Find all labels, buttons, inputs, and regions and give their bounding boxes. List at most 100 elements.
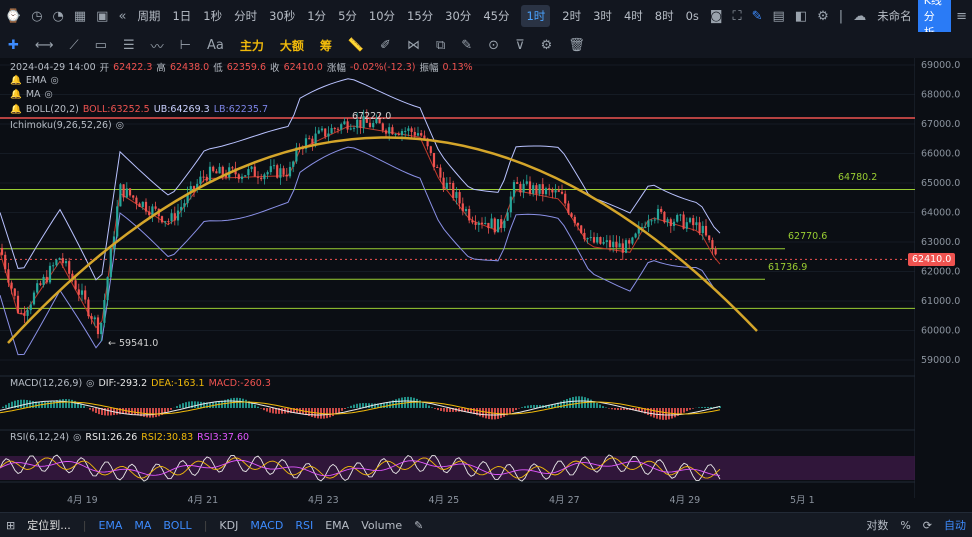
log-toggle[interactable]: 对数 xyxy=(866,517,888,533)
macd-bar xyxy=(242,399,244,408)
timeframe-0[interactable]: 1日 xyxy=(172,8,191,24)
candle-body xyxy=(347,121,349,129)
candle-body xyxy=(644,227,646,228)
timeframe-icon[interactable]: ⌚ xyxy=(5,9,21,24)
eye-icon[interactable]: ◎ xyxy=(86,378,94,389)
bell-icon[interactable]: 🔔 xyxy=(10,104,22,115)
edit-icon[interactable]: ✎ xyxy=(414,519,423,532)
wave-icon[interactable]: 〰 xyxy=(151,36,164,55)
rewind-icon[interactable]: « xyxy=(118,9,126,24)
price-chart-svg[interactable]: 1000.00.0 100.0070.0050.0030.00 69000.06… xyxy=(0,58,972,512)
timeframe-13[interactable]: 4时 xyxy=(624,8,643,24)
ruler-icon[interactable]: 📏 xyxy=(348,38,364,53)
timeframe-8[interactable]: 30分 xyxy=(445,8,471,24)
trend-line-icon[interactable]: ⟋ xyxy=(70,38,79,53)
bottom-ema2[interactable]: EMA xyxy=(325,519,349,532)
ma-legend[interactable]: 🔔MA◎ xyxy=(10,89,53,100)
bell-icon[interactable]: 🔔 xyxy=(10,89,22,100)
time-icon[interactable]: ◷ xyxy=(31,9,42,24)
candle-body xyxy=(270,166,272,172)
rsi-legend[interactable]: RSI(6,12,24) ◎ RSI1:26.26 RSI2:30.83 RSI… xyxy=(10,432,249,443)
fullscreen-icon[interactable]: ⛶ xyxy=(733,9,742,24)
big-order-button[interactable]: 大额 xyxy=(280,37,304,54)
macd-dea: DEA:-163.1 xyxy=(151,378,204,389)
text-tool[interactable]: Aa xyxy=(207,38,224,53)
settings-small-icon[interactable]: ⚙ xyxy=(541,38,553,53)
candle-body xyxy=(199,177,201,184)
pattern-icon[interactable]: ⋈ xyxy=(407,38,420,53)
candle-body xyxy=(507,212,509,220)
timeframe-6[interactable]: 10分 xyxy=(369,8,395,24)
candle-body xyxy=(91,316,93,319)
brush-icon[interactable]: ✐ xyxy=(380,38,391,53)
crosshair-icon[interactable]: ✚ xyxy=(8,38,19,53)
macd-bar xyxy=(332,408,334,416)
copy-icon[interactable]: ⧉ xyxy=(436,38,445,53)
period-dropdown[interactable]: 周期 xyxy=(137,8,160,24)
trash-icon[interactable]: 🗑 xyxy=(568,38,585,53)
eye-icon[interactable]: ◎ xyxy=(45,89,53,100)
locate-icon[interactable]: ⊞ xyxy=(6,519,15,532)
timeframe-9[interactable]: 45分 xyxy=(483,8,509,24)
horizontal-line-icon[interactable]: ⟷ xyxy=(35,38,54,53)
candle-body xyxy=(209,167,211,181)
timeframe-11[interactable]: 2时 xyxy=(562,8,581,24)
calendar-icon[interactable]: ▦ xyxy=(74,9,86,24)
edit-icon[interactable]: ✎ xyxy=(461,38,472,53)
candle-body xyxy=(567,203,569,213)
macd-bar xyxy=(68,399,70,408)
bottom-macd[interactable]: MACD xyxy=(250,519,283,532)
bottom-volume[interactable]: Volume xyxy=(361,519,402,532)
measure-icon[interactable]: ⊢ xyxy=(180,38,191,53)
chip-button[interactable]: 筹 xyxy=(320,37,332,54)
layout-name[interactable]: 未命名 xyxy=(877,8,912,24)
rectangle-icon[interactable]: ▭ xyxy=(95,38,107,53)
timeframe-1[interactable]: 1秒 xyxy=(203,8,222,24)
timeframe-2[interactable]: 分时 xyxy=(234,8,257,24)
timeframe-10[interactable]: 1时 xyxy=(521,5,550,27)
grid-icon[interactable]: ▤ xyxy=(773,9,785,24)
eye-icon[interactable]: ◎ xyxy=(51,75,59,86)
pct-toggle[interactable]: % xyxy=(900,519,910,532)
chart-area[interactable]: 1000.00.0 100.0070.0050.0030.00 69000.06… xyxy=(0,58,972,512)
timeframe-12[interactable]: 3时 xyxy=(593,8,612,24)
ichimoku-legend[interactable]: Ichimoku(9,26,52,26)◎ xyxy=(10,120,124,131)
bottom-rsi[interactable]: RSI xyxy=(295,519,313,532)
timeframe-5[interactable]: 5分 xyxy=(338,8,357,24)
candle-body xyxy=(452,183,454,198)
timeframe-14[interactable]: 8时 xyxy=(655,8,674,24)
bottom-kdj[interactable]: KDJ xyxy=(219,519,238,532)
fib-icon[interactable]: ☰ xyxy=(123,38,135,53)
filter-icon[interactable]: ⊽ xyxy=(515,38,525,53)
layout-icon[interactable]: ▣ xyxy=(96,9,108,24)
settings-icon[interactable]: ⚙ xyxy=(817,9,829,24)
clock-icon[interactable]: ◔ xyxy=(53,9,64,24)
camera-icon[interactable]: ◙ xyxy=(710,9,723,24)
candle-body xyxy=(244,175,246,176)
bell-icon[interactable]: 🔔 xyxy=(10,75,22,86)
main-force-button[interactable]: 主力 xyxy=(240,37,264,54)
macd-bar xyxy=(701,407,703,408)
pen-icon[interactable]: ✎ xyxy=(752,9,763,24)
eye-icon[interactable]: ◎ xyxy=(116,120,124,131)
cloud-icon[interactable]: ☁ xyxy=(853,9,866,24)
bottom-boll[interactable]: BOLL xyxy=(163,519,191,532)
timeframe-7[interactable]: 15分 xyxy=(407,8,433,24)
timeframe-3[interactable]: 30秒 xyxy=(269,8,295,24)
eye-icon[interactable]: ◎ xyxy=(73,432,81,443)
boll-legend[interactable]: 🔔 BOLL(20,2) BOLL:63252.5 UB:64269.3 LB:… xyxy=(10,104,268,115)
bottom-ema[interactable]: EMA xyxy=(98,519,122,532)
ema-legend[interactable]: 🔔EMA◎ xyxy=(10,75,59,86)
candle-body xyxy=(702,226,704,233)
macd-legend[interactable]: MACD(12,26,9) ◎ DIF:-293.2 DEA:-163.1 MA… xyxy=(10,378,271,389)
refresh-icon[interactable]: ⟳ xyxy=(923,519,932,532)
timeframe-4[interactable]: 1分 xyxy=(307,8,326,24)
auto-toggle[interactable]: 自动 xyxy=(944,517,966,533)
magnet-icon[interactable]: ⊙ xyxy=(488,38,499,53)
macd-bar xyxy=(254,405,256,408)
menu-icon[interactable]: ≡ xyxy=(956,9,967,24)
locate-button[interactable]: 定位到... xyxy=(27,517,71,533)
macd-bar xyxy=(53,401,55,408)
save-icon[interactable]: ◧ xyxy=(795,9,807,24)
bottom-ma[interactable]: MA xyxy=(134,519,151,532)
